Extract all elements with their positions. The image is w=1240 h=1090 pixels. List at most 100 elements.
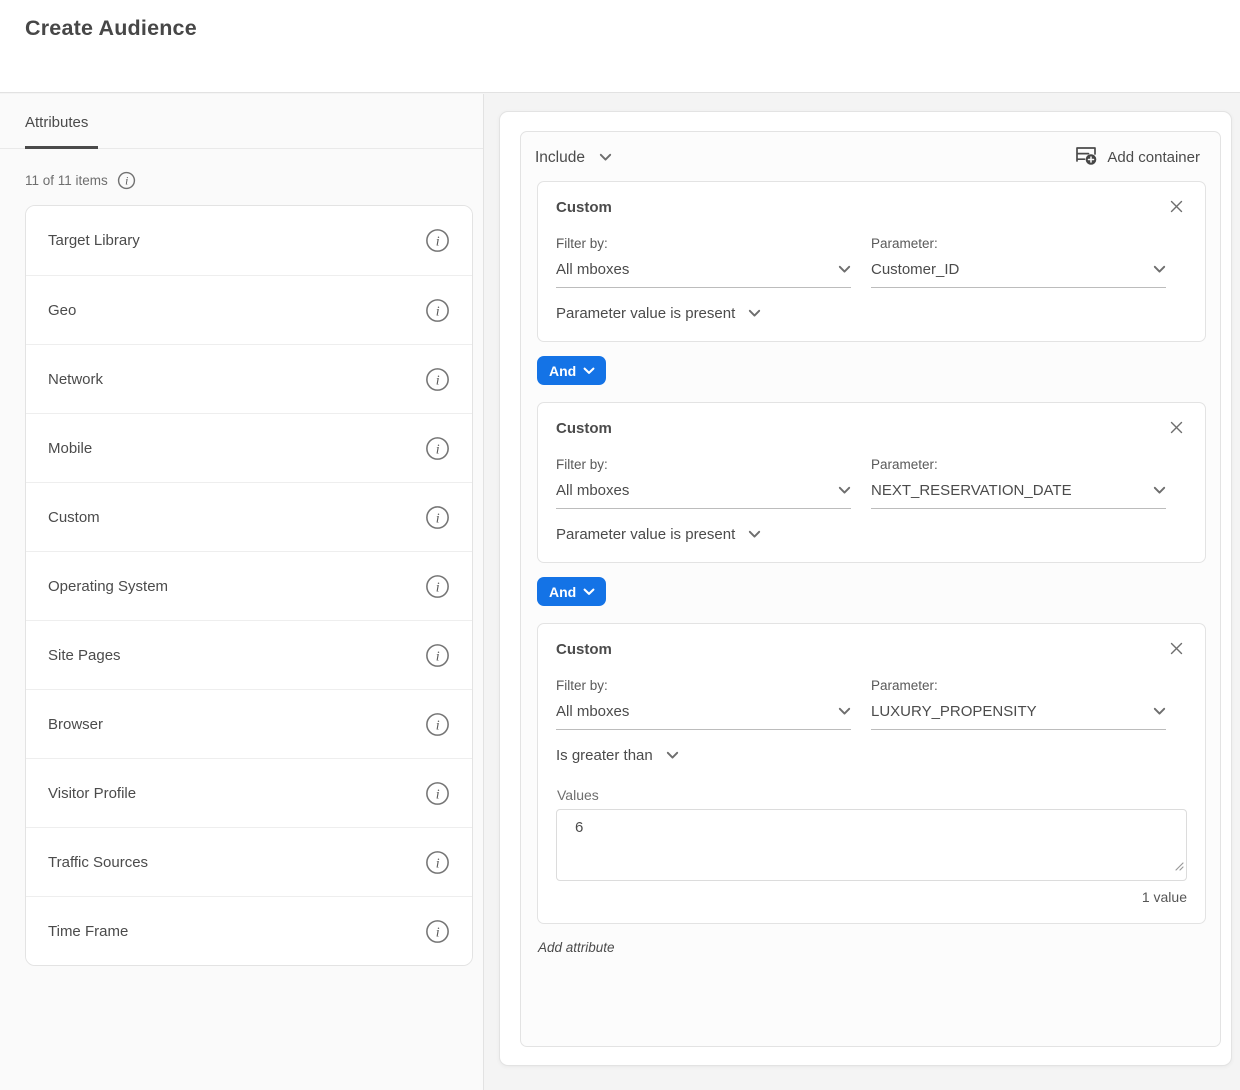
include-header: Include Add container xyxy=(521,132,1220,181)
info-icon[interactable]: i xyxy=(117,171,136,190)
main-layout: Attributes 11 of 11 items i Target Libra… xyxy=(0,94,1240,1090)
attribute-row-time-frame[interactable]: Time Frame i xyxy=(26,896,472,965)
filter-by-value: All mboxes xyxy=(556,482,629,499)
svg-text:i: i xyxy=(436,510,440,526)
info-icon[interactable]: i xyxy=(425,643,450,668)
items-count-row: 11 of 11 items i xyxy=(25,171,483,190)
attribute-row-geo[interactable]: Geo i xyxy=(26,275,472,344)
attribute-list: Target Library i Geo i Network i Mobile … xyxy=(25,205,473,966)
card-fields: Filter by: All mboxes Parameter: LUXURY_… xyxy=(556,678,1187,730)
attribute-row-custom[interactable]: Custom i xyxy=(26,482,472,551)
filter-by-dropdown[interactable]: All mboxes xyxy=(556,261,851,288)
attribute-label: Geo xyxy=(48,302,76,319)
card-header: Custom xyxy=(556,638,1187,659)
operator-value: Is greater than xyxy=(556,747,653,764)
and-combinator-button[interactable]: And xyxy=(537,356,606,385)
svg-text:i: i xyxy=(436,303,440,319)
attribute-row-site-pages[interactable]: Site Pages i xyxy=(26,620,472,689)
attribute-card-custom-3: Custom Filter by: All mboxes xyxy=(537,623,1206,924)
parameter-dropdown[interactable]: LUXURY_PROPENSITY xyxy=(871,703,1166,730)
close-icon[interactable] xyxy=(1166,638,1187,659)
info-icon[interactable]: i xyxy=(425,367,450,392)
values-input[interactable]: 6 xyxy=(556,809,1187,881)
attribute-label: Network xyxy=(48,371,103,388)
chevron-down-icon xyxy=(666,751,679,760)
attribute-label: Target Library xyxy=(48,232,140,249)
info-icon[interactable]: i xyxy=(425,781,450,806)
info-icon[interactable]: i xyxy=(425,505,450,530)
operator-dropdown[interactable]: Is greater than xyxy=(556,747,679,764)
card-fields: Filter by: All mboxes Parameter: NEXT_RE… xyxy=(556,457,1187,509)
audience-builder-card: Include Add container xyxy=(499,111,1232,1066)
svg-text:i: i xyxy=(436,855,440,871)
operator-dropdown[interactable]: Parameter value is present xyxy=(556,526,761,543)
chevron-down-icon xyxy=(838,707,851,716)
attribute-row-browser[interactable]: Browser i xyxy=(26,689,472,758)
svg-text:i: i xyxy=(436,441,440,457)
add-container-label: Add container xyxy=(1107,149,1200,166)
info-icon[interactable]: i xyxy=(425,574,450,599)
svg-text:i: i xyxy=(436,234,440,250)
info-icon[interactable]: i xyxy=(425,919,450,944)
attribute-label: Mobile xyxy=(48,440,92,457)
filter-by-field: Filter by: All mboxes xyxy=(556,457,851,509)
filter-by-dropdown[interactable]: All mboxes xyxy=(556,703,851,730)
attributes-tabbar: Attributes xyxy=(0,94,483,149)
chevron-down-icon xyxy=(599,153,612,162)
card-header: Custom xyxy=(556,196,1187,217)
filter-by-dropdown[interactable]: All mboxes xyxy=(556,482,851,509)
add-attribute-link[interactable]: Add attribute xyxy=(538,940,615,955)
info-icon[interactable]: i xyxy=(425,436,450,461)
parameter-field: Parameter: LUXURY_PROPENSITY xyxy=(871,678,1166,730)
items-count-label: 11 of 11 items xyxy=(25,173,108,188)
info-icon[interactable]: i xyxy=(425,712,450,737)
card-fields: Filter by: All mboxes Parameter: Custome… xyxy=(556,236,1187,288)
svg-text:i: i xyxy=(436,786,440,802)
chevron-down-icon xyxy=(838,265,851,274)
combinator-value: Include xyxy=(535,149,585,167)
attribute-row-visitor-profile[interactable]: Visitor Profile i xyxy=(26,758,472,827)
attribute-row-operating-system[interactable]: Operating System i xyxy=(26,551,472,620)
parameter-dropdown[interactable]: NEXT_RESERVATION_DATE xyxy=(871,482,1166,509)
info-icon[interactable]: i xyxy=(425,850,450,875)
add-container-button[interactable]: Add container xyxy=(1075,145,1200,170)
attribute-card-custom-1: Custom Filter by: All mboxes xyxy=(537,181,1206,342)
attribute-row-target-library[interactable]: Target Library i xyxy=(26,206,472,275)
close-icon[interactable] xyxy=(1166,417,1187,438)
attribute-row-mobile[interactable]: Mobile i xyxy=(26,413,472,482)
svg-text:i: i xyxy=(436,648,440,664)
attribute-label: Browser xyxy=(48,716,103,733)
parameter-label: Parameter: xyxy=(871,678,1166,693)
attribute-card-custom-2: Custom Filter by: All mboxes xyxy=(537,402,1206,563)
filter-by-field: Filter by: All mboxes xyxy=(556,236,851,288)
info-icon[interactable]: i xyxy=(425,298,450,323)
parameter-field: Parameter: Customer_ID xyxy=(871,236,1166,288)
operator-dropdown[interactable]: Parameter value is present xyxy=(556,305,761,322)
and-label: And xyxy=(549,584,576,600)
filter-by-label: Filter by: xyxy=(556,236,851,251)
values-label: Values xyxy=(557,787,1187,803)
values-input-wrap: 6 xyxy=(556,809,1187,881)
parameter-value: LUXURY_PROPENSITY xyxy=(871,703,1037,720)
attribute-row-traffic-sources[interactable]: Traffic Sources i xyxy=(26,827,472,896)
info-icon[interactable]: i xyxy=(425,228,450,253)
and-combinator-button[interactable]: And xyxy=(537,577,606,606)
filter-by-value: All mboxes xyxy=(556,261,629,278)
parameter-label: Parameter: xyxy=(871,236,1166,251)
close-icon[interactable] xyxy=(1166,196,1187,217)
parameter-value: Customer_ID xyxy=(871,261,959,278)
filter-by-value: All mboxes xyxy=(556,703,629,720)
add-container-icon xyxy=(1075,145,1098,170)
chevron-down-icon xyxy=(748,309,761,318)
attribute-row-network[interactable]: Network i xyxy=(26,344,472,413)
card-title: Custom xyxy=(556,638,612,658)
attribute-label: Time Frame xyxy=(48,923,128,940)
tab-attributes[interactable]: Attributes xyxy=(25,94,98,149)
chevron-down-icon xyxy=(583,588,595,596)
parameter-dropdown[interactable]: Customer_ID xyxy=(871,261,1166,288)
attribute-label: Operating System xyxy=(48,578,168,595)
combinator-dropdown[interactable]: Include xyxy=(535,149,612,167)
operator-value: Parameter value is present xyxy=(556,526,735,543)
page-header: Create Audience xyxy=(0,0,1240,93)
svg-text:i: i xyxy=(125,175,128,187)
